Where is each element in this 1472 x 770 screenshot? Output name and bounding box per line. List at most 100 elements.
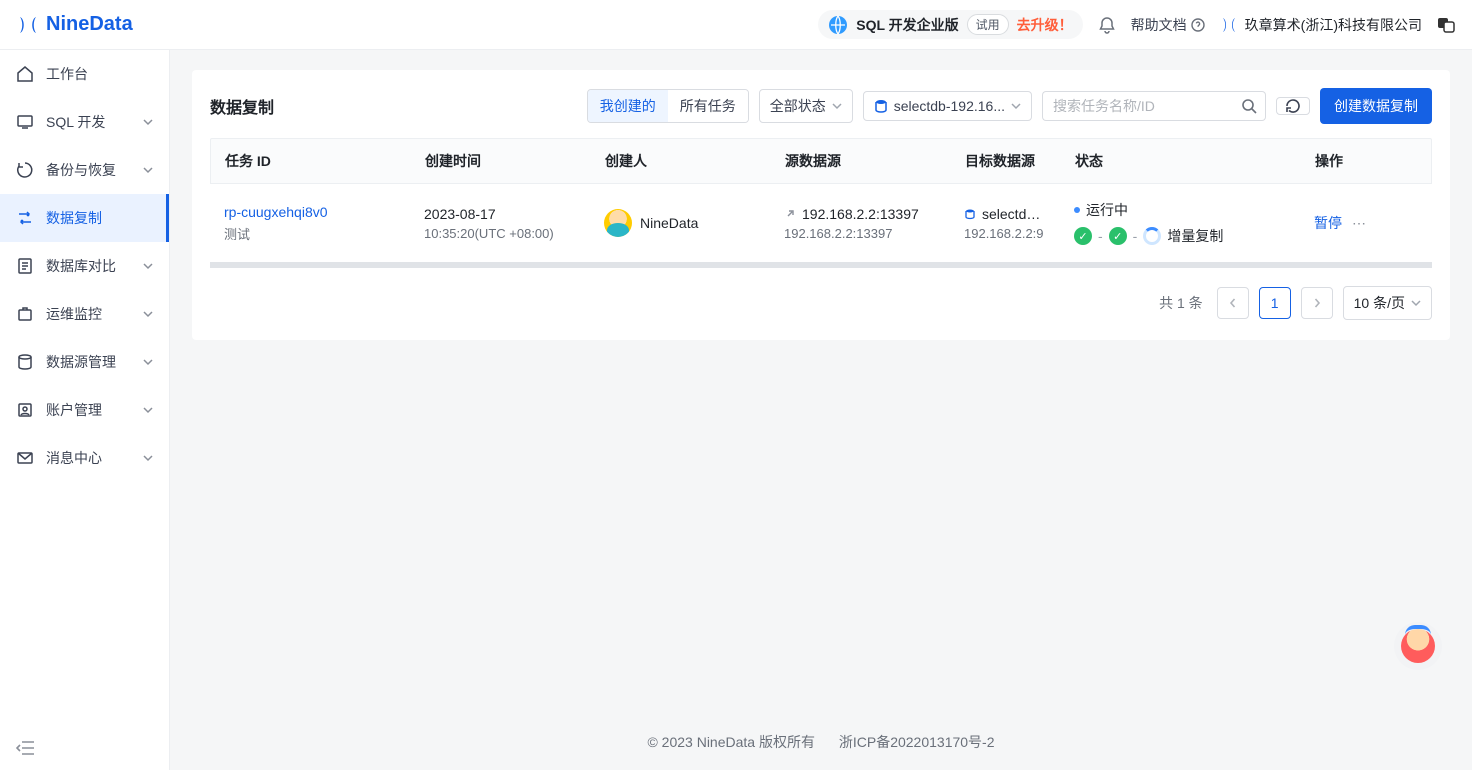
chevron-down-icon — [143, 405, 153, 415]
filter-my-tasks[interactable]: 我创建的 — [588, 90, 668, 122]
filter-all-tasks[interactable]: 所有任务 — [668, 90, 748, 122]
org-switcher[interactable]: 玖章算术(浙江)科技有限公司 — [1219, 15, 1422, 35]
help-label: 帮助文档 — [1131, 15, 1187, 35]
filter-datasource-label: selectdb-192.16... — [894, 98, 1005, 114]
status-dot — [1074, 207, 1080, 213]
sidebar-item-5[interactable]: 运维监控 — [0, 290, 169, 338]
more-actions[interactable]: ⋯ — [1352, 215, 1366, 232]
reload-button[interactable] — [1276, 97, 1310, 115]
filter-status-label: 全部状态 — [770, 96, 826, 116]
sidebar-item-label: 消息中心 — [46, 448, 102, 468]
chevron-right-icon — [1312, 298, 1322, 308]
language-icon[interactable] — [1436, 15, 1456, 35]
chevron-down-icon — [143, 453, 153, 463]
column-header: 目标数据源 — [951, 139, 1061, 183]
sidebar-item-label: 备份与恢复 — [46, 160, 116, 180]
target-sub: 192.168.2.2:9 — [964, 226, 1046, 241]
filter-status-select[interactable]: 全部状态 — [759, 89, 853, 123]
pagination-total: 共 1 条 — [1159, 293, 1203, 313]
sidebar-item-0[interactable]: 工作台 — [0, 50, 169, 98]
chevron-down-icon — [143, 261, 153, 271]
column-header: 创建时间 — [411, 139, 591, 183]
reload-icon — [1285, 98, 1301, 114]
upgrade-link[interactable]: 去升级！ — [1017, 15, 1073, 35]
table-row: rp-cuugxehqi8v0 测试 2023-08-17 10:35:20(UTC … — [210, 184, 1432, 268]
globe-icon — [828, 15, 848, 35]
spinner-icon — [1143, 227, 1161, 245]
sidebar-item-label: 数据复制 — [46, 208, 102, 228]
footer: © 2023 NineData 版权所有 浙ICP备2022013170号-2 — [170, 714, 1472, 770]
search-input[interactable] — [1042, 91, 1232, 121]
chevron-left-icon — [1228, 298, 1238, 308]
sidebar-item-2[interactable]: 备份与恢复 — [0, 146, 169, 194]
sidebar-item-label: 工作台 — [46, 64, 88, 84]
collapse-icon — [16, 741, 34, 755]
edition-badge[interactable]: SQL 开发企业版 试用 去升级！ — [818, 10, 1082, 39]
chevron-down-icon — [832, 101, 842, 111]
brand-logo[interactable]: NineData — [16, 13, 133, 37]
sidebar-item-label: SQL 开发 — [46, 112, 105, 132]
pagination-page-1[interactable]: 1 — [1259, 287, 1291, 319]
sidebar-item-4[interactable]: 数据库对比 — [0, 242, 169, 290]
source-main: 192.168.2.2:13397 — [802, 206, 919, 222]
create-task-button[interactable]: 创建数据复制 — [1320, 88, 1432, 124]
edition-label: SQL 开发企业版 — [856, 15, 958, 35]
check-icon: ✓ — [1109, 227, 1127, 245]
column-header: 操作 — [1301, 139, 1401, 183]
task-id-link[interactable]: rp-cuugxehqi8v0 — [224, 204, 328, 220]
sidebar-item-label: 运维监控 — [46, 304, 102, 324]
brand-name: NineData — [46, 13, 133, 36]
sidebar-item-7[interactable]: 账户管理 — [0, 386, 169, 434]
column-header: 任务 ID — [211, 139, 411, 183]
notification-icon[interactable] — [1097, 15, 1117, 35]
sidebar-item-1[interactable]: SQL 开发 — [0, 98, 169, 146]
trial-badge: 试用 — [967, 14, 1009, 35]
chevron-down-icon — [143, 117, 153, 127]
status-text: 运行中 — [1086, 200, 1128, 220]
creator-name: NineData — [640, 215, 698, 231]
sidebar-item-label: 数据源管理 — [46, 352, 116, 372]
column-header: 源数据源 — [771, 139, 951, 183]
support-chat-button[interactable] — [1394, 622, 1442, 670]
source-sub: 192.168.2.2:13397 — [784, 226, 936, 241]
task-name: 测试 — [224, 224, 396, 243]
org-icon — [1219, 15, 1239, 35]
column-header: 状态 — [1061, 139, 1301, 183]
page-title: 数据复制 — [210, 94, 274, 118]
avatar — [604, 209, 632, 237]
sidebar: 工作台 SQL 开发备份与恢复数据复制数据库对比运维监控数据源管理账户管理消息中心 — [0, 50, 170, 770]
footer-icp[interactable]: 浙ICP备2022013170号-2 — [839, 734, 995, 750]
sidebar-item-label: 账户管理 — [46, 400, 102, 420]
created-time: 10:35:20(UTC +08:00) — [424, 226, 576, 241]
chevron-down-icon — [143, 165, 153, 175]
sidebar-item-label: 数据库对比 — [46, 256, 116, 276]
created-date: 2023-08-17 — [424, 206, 496, 222]
link-icon — [784, 208, 796, 220]
pagination-prev[interactable] — [1217, 287, 1249, 319]
filter-owner-segment: 我创建的 所有任务 — [587, 89, 749, 123]
sidebar-item-6[interactable]: 数据源管理 — [0, 338, 169, 386]
database-icon — [964, 208, 976, 220]
pagination-size-select[interactable]: 10 条/页 — [1343, 286, 1432, 320]
chevron-down-icon — [143, 357, 153, 367]
search-button[interactable] — [1232, 91, 1266, 121]
filter-datasource-select[interactable]: selectdb-192.16... — [863, 91, 1032, 121]
check-icon: ✓ — [1074, 227, 1092, 245]
org-name: 玖章算术(浙江)科技有限公司 — [1245, 15, 1422, 35]
sidebar-item-3[interactable]: 数据复制 — [0, 194, 169, 242]
database-icon — [874, 99, 888, 113]
chevron-down-icon — [1011, 101, 1021, 111]
pagination-size-label: 10 条/页 — [1354, 293, 1405, 313]
sidebar-collapse[interactable] — [0, 729, 169, 770]
help-link[interactable]: 帮助文档 — [1131, 15, 1205, 35]
help-icon — [1191, 18, 1205, 32]
chevron-down-icon — [1411, 298, 1421, 308]
chevron-down-icon — [143, 309, 153, 319]
status-phase: 增量复制 — [1167, 226, 1223, 246]
sidebar-item-8[interactable]: 消息中心 — [0, 434, 169, 482]
footer-copyright: © 2023 NineData 版权所有 — [647, 734, 815, 750]
search-icon — [1241, 98, 1257, 114]
pause-button[interactable]: 暂停 — [1314, 213, 1342, 233]
target-main: selectdb-1 — [982, 206, 1046, 222]
pagination-next[interactable] — [1301, 287, 1333, 319]
